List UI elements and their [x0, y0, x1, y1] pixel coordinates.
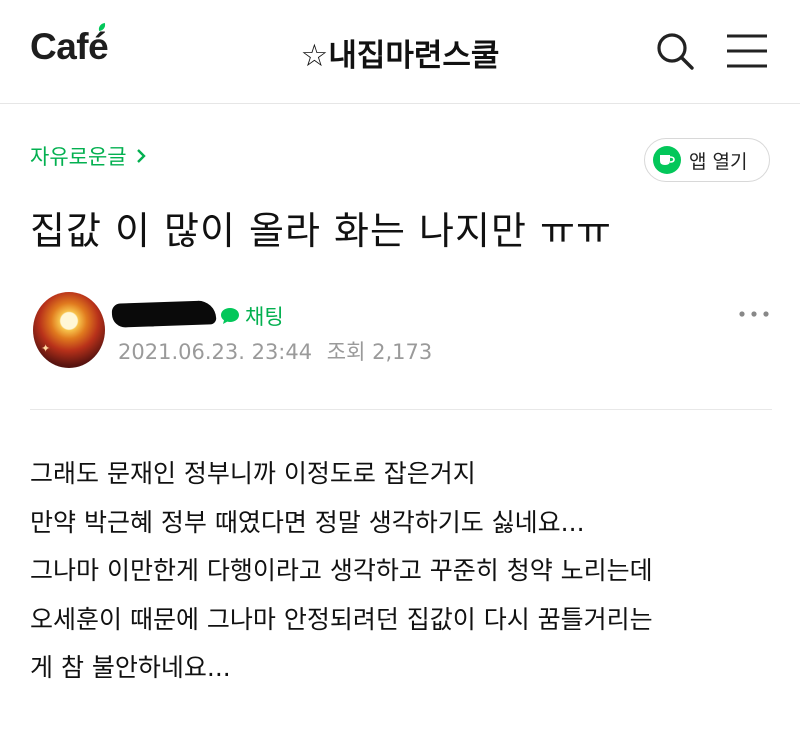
board-breadcrumb[interactable]: 자유로운글 [30, 141, 147, 171]
body-line: 그나마 이만한게 다행이라고 생각하고 꾸준히 청약 노리는데 [30, 556, 653, 585]
more-options-button[interactable] [737, 300, 771, 330]
coffee-cup-icon [653, 146, 681, 174]
redaction-scribble [111, 300, 217, 328]
author-nickname[interactable]: 내집 [111, 300, 226, 331]
post-datetime: 2021.06.23. 23:44 [118, 340, 313, 364]
menu-button[interactable] [725, 33, 769, 69]
hamburger-menu-icon [727, 34, 767, 68]
post-body: 그래도 문재인 정부니까 이정도로 잡은거지 만약 박근혜 정부 때였다면 정말… [30, 450, 790, 693]
post-title: 집값 이 많이 올라 화는 나지만 ㅠㅠ [30, 209, 612, 253]
search-button[interactable] [654, 30, 696, 72]
search-icon [657, 33, 694, 70]
post-meta: 2021.06.23. 23:44 조회 2,173 [118, 336, 432, 366]
header-divider [30, 409, 772, 410]
avatar-mark: ✦ [41, 342, 51, 355]
body-line: 오세훈이 때문에 그나마 안정되려던 집값이 다시 꿈틀거리는 [30, 604, 653, 634]
top-header: Café ☆내집마련스쿨 [0, 0, 800, 104]
more-dots-icon [739, 311, 769, 317]
open-app-button[interactable]: 앱 열기 [644, 138, 770, 182]
open-app-label: 앱 열기 [689, 150, 748, 173]
chat-button[interactable]: 채팅 [219, 301, 284, 331]
board-name: 자유로운글 [30, 145, 127, 169]
chat-bubble-icon [221, 308, 239, 324]
body-line: 그래도 문재인 정부니까 이정도로 잡은거지 [30, 459, 476, 488]
post-views: 조회 2,173 [326, 340, 433, 364]
body-line: 만약 박근혜 정부 때였다면 정말 생각하기도 싫네요... [30, 507, 585, 537]
body-line: 게 참 불안하네요... [30, 653, 231, 682]
author-avatar[interactable]: ✦ [33, 292, 105, 368]
chevron-right-icon [136, 149, 146, 163]
